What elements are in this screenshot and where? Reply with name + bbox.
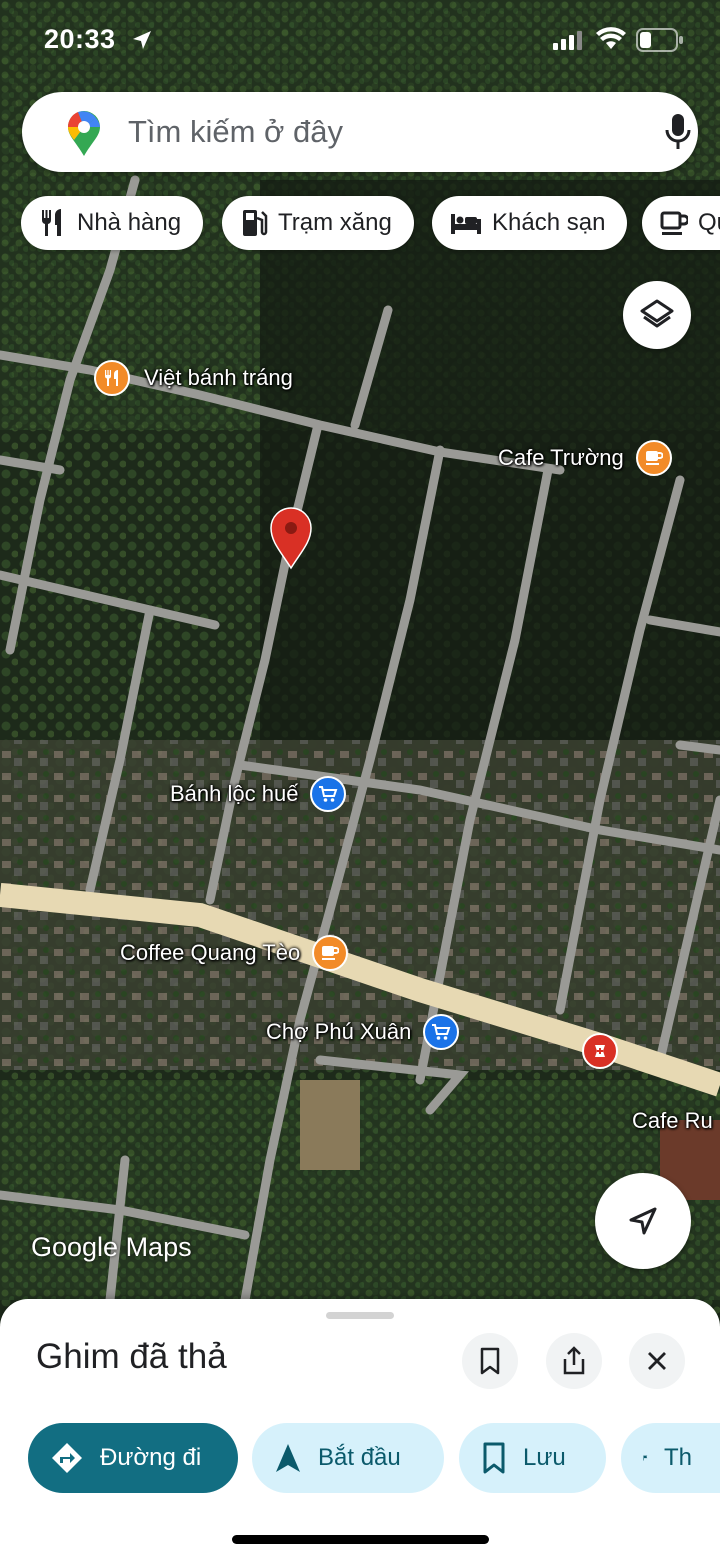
cafe-icon	[635, 440, 672, 476]
chip-label: Trạm xăng	[278, 209, 392, 236]
save-icon-button[interactable]	[462, 1333, 518, 1389]
close-button[interactable]	[629, 1333, 685, 1389]
navigation-arrow-icon	[276, 1444, 300, 1472]
cellular-signal-icon	[553, 31, 582, 50]
poi-label: Coffee Quang Tèo	[120, 940, 301, 965]
poi-label: Cafe Trường	[498, 445, 624, 470]
poi-banh-loc-hue[interactable]: Bánh lộc huế	[170, 776, 347, 812]
start-button[interactable]: Bắt đầu	[252, 1423, 444, 1493]
layers-icon	[640, 299, 674, 328]
directions-button[interactable]: Đường đi	[28, 1423, 238, 1493]
poi-cho-phu-xuan[interactable]: Chợ Phú Xuân	[266, 1014, 460, 1050]
chip-label: Qu	[697, 209, 720, 236]
place-title: Ghim đã thả	[36, 1337, 227, 1376]
poi-cafe-ru[interactable]: Cafe Ru	[632, 1108, 713, 1134]
layers-button[interactable]	[623, 281, 691, 349]
shopping-cart-icon	[423, 1014, 460, 1050]
microphone-icon[interactable]	[662, 112, 694, 152]
action-label: Th	[663, 1444, 692, 1471]
location-arrow-icon	[133, 31, 151, 49]
action-label: Đường đi	[100, 1444, 202, 1471]
chip-label: Nhà hàng	[77, 209, 182, 236]
home-indicator[interactable]	[232, 1535, 489, 1544]
chip-cafes[interactable]: Qu	[642, 196, 720, 250]
restaurant-icon	[94, 360, 130, 396]
share-icon	[563, 1346, 585, 1375]
status-bar: 20:33	[0, 0, 720, 80]
google-maps-logo: Google Maps	[31, 1232, 192, 1262]
poi-label: Cafe Ru	[632, 1108, 713, 1133]
status-time: 20:33	[44, 24, 116, 54]
chip-label: Khách sạn	[492, 209, 606, 236]
poi-label: Chợ Phú Xuân	[266, 1019, 412, 1044]
wifi-icon	[596, 27, 626, 49]
chip-gas-stations[interactable]: Trạm xăng	[222, 196, 414, 250]
label-button[interactable]: Th	[621, 1423, 720, 1493]
search-input[interactable]: Tìm kiếm ở đây	[128, 114, 343, 150]
bookmark-icon	[480, 1347, 500, 1375]
place-bottom-sheet[interactable]: Ghim đã thả Đường đi Bắt đầu Lưu Th	[0, 1299, 720, 1559]
search-bar[interactable]: Tìm kiếm ở đây	[22, 92, 698, 172]
pharmacy-icon	[582, 1033, 618, 1069]
poi-pharmacy[interactable]	[582, 1033, 618, 1069]
gas-station-icon	[243, 210, 268, 236]
cafe-icon	[312, 935, 349, 971]
category-chips: Nhà hàng Trạm xăng Khách sạn Qu	[0, 196, 720, 252]
flag-icon	[643, 1455, 648, 1461]
close-icon	[648, 1352, 666, 1370]
coffee-cup-icon	[660, 211, 688, 235]
poi-label: Việt bánh tráng	[144, 365, 293, 390]
poi-label: Bánh lộc huế	[170, 781, 299, 806]
poi-viet-banh-trang[interactable]: Việt bánh tráng	[94, 360, 293, 396]
bookmark-icon	[483, 1442, 505, 1474]
shopping-cart-icon	[310, 776, 347, 812]
poi-cafe-truong[interactable]: Cafe Trường	[498, 440, 672, 476]
share-button[interactable]	[546, 1333, 602, 1389]
fork-knife-icon	[41, 209, 61, 236]
save-button[interactable]: Lưu	[459, 1423, 606, 1493]
action-label: Bắt đầu	[318, 1444, 401, 1471]
bed-icon	[451, 214, 481, 234]
navigation-arrow-icon	[629, 1207, 657, 1235]
my-location-button[interactable]	[595, 1173, 691, 1269]
poi-coffee-quang-teo[interactable]: Coffee Quang Tèo	[120, 935, 349, 971]
directions-icon	[52, 1443, 82, 1473]
battery-icon	[636, 28, 683, 52]
chip-restaurants[interactable]: Nhà hàng	[21, 196, 204, 250]
sheet-drag-handle[interactable]	[326, 1312, 394, 1319]
action-label: Lưu	[523, 1444, 566, 1471]
chip-hotels[interactable]: Khách sạn	[432, 196, 628, 250]
google-maps-pin-icon	[67, 111, 100, 156]
